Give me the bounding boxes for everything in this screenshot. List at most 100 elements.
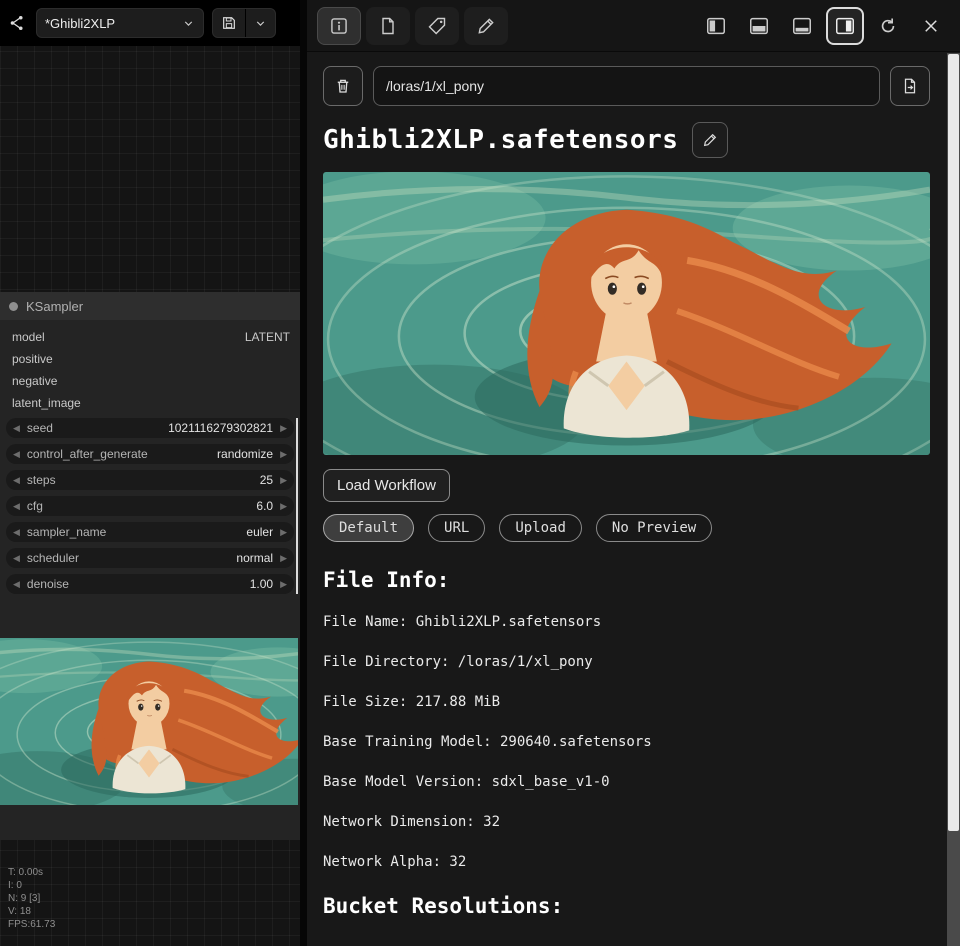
widget-value: 1021116279302821 bbox=[168, 421, 273, 435]
dock-bottom-thin-button[interactable] bbox=[783, 7, 821, 45]
widget-label: scheduler bbox=[27, 551, 236, 565]
widget-value: 25 bbox=[260, 473, 273, 487]
input-slot-label: positive bbox=[12, 352, 53, 366]
ksampler-node[interactable]: KSampler model LATENT positive negative … bbox=[0, 292, 300, 840]
increment-arrow-icon[interactable]: ▶ bbox=[280, 502, 287, 511]
save-menu-button[interactable] bbox=[246, 9, 275, 37]
reload-button[interactable] bbox=[869, 7, 907, 45]
input-slot-label: latent_image bbox=[12, 396, 81, 410]
decrement-arrow-icon[interactable]: ◀ bbox=[13, 554, 20, 563]
stat-line: FPS:61.73 bbox=[8, 918, 55, 931]
widget-denoise[interactable]: ◀ denoise 1.00 ▶ bbox=[6, 574, 294, 594]
load-workflow-button[interactable]: Load Workflow bbox=[323, 469, 450, 502]
input-slot-label: negative bbox=[12, 374, 57, 388]
close-icon bbox=[922, 17, 940, 35]
save-button[interactable] bbox=[213, 9, 245, 37]
node-title: KSampler bbox=[26, 299, 83, 314]
scrollbar-thumb[interactable] bbox=[948, 54, 959, 831]
widget-label: denoise bbox=[27, 577, 250, 591]
input-slot-label: model bbox=[12, 330, 45, 344]
lora-info-panel: Ghibli2XLP.safetensors Load Workflow Def… bbox=[307, 0, 960, 946]
trash-icon bbox=[334, 77, 352, 95]
increment-arrow-icon[interactable]: ▶ bbox=[280, 424, 287, 433]
widget-sampler-name[interactable]: ◀ sampler_name euler ▶ bbox=[6, 522, 294, 542]
widget-cfg[interactable]: ◀ cfg 6.0 ▶ bbox=[6, 496, 294, 516]
widget-label: control_after_generate bbox=[27, 447, 217, 461]
base-training-model-line: Base Training Model: 290640.safetensors bbox=[323, 734, 930, 750]
widget-value: 6.0 bbox=[256, 499, 273, 513]
workflow-select[interactable]: *Ghibli2XLP bbox=[36, 8, 204, 38]
base-model-version-line: Base Model Version: sdxl_base_v1-0 bbox=[323, 774, 930, 790]
stat-line: I: 0 bbox=[8, 879, 55, 892]
share-button[interactable] bbox=[6, 12, 28, 34]
pencil-icon bbox=[476, 16, 496, 36]
increment-arrow-icon[interactable]: ▶ bbox=[280, 554, 287, 563]
chevron-down-icon bbox=[182, 17, 195, 30]
edit-title-button[interactable] bbox=[692, 122, 728, 158]
slot-row[interactable]: positive bbox=[0, 348, 300, 370]
preview-source-no-preview[interactable]: No Preview bbox=[596, 514, 712, 542]
decrement-arrow-icon[interactable]: ◀ bbox=[13, 450, 20, 459]
slot-row[interactable]: model LATENT bbox=[0, 326, 300, 348]
save-icon bbox=[221, 15, 237, 31]
node-preview-image bbox=[0, 638, 298, 805]
graph-canvas-pane[interactable]: *Ghibli2XLP KSampler model bbox=[0, 0, 300, 946]
decrement-arrow-icon[interactable]: ◀ bbox=[13, 580, 20, 589]
close-panel-button[interactable] bbox=[912, 7, 950, 45]
widget-scheduler[interactable]: ◀ scheduler normal ▶ bbox=[6, 548, 294, 568]
decrement-arrow-icon[interactable]: ◀ bbox=[13, 502, 20, 511]
open-file-button[interactable] bbox=[890, 66, 930, 106]
increment-arrow-icon[interactable]: ▶ bbox=[280, 580, 287, 589]
stat-line: V: 18 bbox=[8, 905, 55, 918]
widget-label: seed bbox=[27, 421, 168, 435]
file-size-line: File Size: 217.88 MiB bbox=[323, 694, 930, 710]
share-icon bbox=[8, 14, 26, 32]
widget-seed[interactable]: ◀ seed 1021116279302821 ▶ bbox=[6, 418, 294, 438]
widget-control-after-generate[interactable]: ◀ control_after_generate randomize ▶ bbox=[6, 444, 294, 464]
widget-label: sampler_name bbox=[27, 525, 246, 539]
info-icon bbox=[329, 16, 349, 36]
document-icon bbox=[378, 16, 398, 36]
panel-divider[interactable] bbox=[300, 0, 307, 946]
dock-right-button[interactable] bbox=[826, 7, 864, 45]
slot-row[interactable]: latent_image bbox=[0, 392, 300, 414]
preview-source-upload[interactable]: Upload bbox=[499, 514, 582, 542]
network-dimension-line: Network Dimension: 32 bbox=[323, 814, 930, 830]
decrement-arrow-icon[interactable]: ◀ bbox=[13, 528, 20, 537]
panel-header bbox=[307, 0, 960, 52]
panel-scrollbar[interactable] bbox=[947, 53, 960, 946]
panel-body: Ghibli2XLP.safetensors Load Workflow Def… bbox=[307, 52, 960, 918]
decrement-arrow-icon[interactable]: ◀ bbox=[13, 476, 20, 485]
path-row bbox=[323, 66, 930, 106]
tag-icon bbox=[427, 16, 447, 36]
app-window: *Ghibli2XLP KSampler model bbox=[0, 0, 960, 946]
tab-tags[interactable] bbox=[415, 7, 459, 45]
preview-source-default[interactable]: Default bbox=[323, 514, 414, 542]
stat-line: N: 9 [3] bbox=[8, 892, 55, 905]
tab-info[interactable] bbox=[317, 7, 361, 45]
file-directory-line: File Directory: /loras/1/xl_pony bbox=[323, 654, 930, 670]
tab-edit[interactable] bbox=[464, 7, 508, 45]
widget-value: normal bbox=[236, 551, 273, 565]
node-widgets: ◀ seed 1021116279302821 ▶ ◀ control_afte… bbox=[6, 418, 298, 594]
reload-icon bbox=[878, 16, 898, 36]
dock-left-button[interactable] bbox=[697, 7, 735, 45]
node-header[interactable]: KSampler bbox=[0, 292, 300, 320]
tab-description[interactable] bbox=[366, 7, 410, 45]
file-info-heading: File Info: bbox=[323, 568, 930, 592]
increment-arrow-icon[interactable]: ▶ bbox=[280, 450, 287, 459]
increment-arrow-icon[interactable]: ▶ bbox=[280, 528, 287, 537]
slot-row[interactable]: negative bbox=[0, 370, 300, 392]
output-slot-label: LATENT bbox=[245, 330, 290, 344]
delete-button[interactable] bbox=[323, 66, 363, 106]
preview-source-url[interactable]: URL bbox=[428, 514, 485, 542]
lora-path-input[interactable] bbox=[373, 66, 880, 106]
node-collapse-icon[interactable] bbox=[9, 302, 18, 311]
increment-arrow-icon[interactable]: ▶ bbox=[280, 476, 287, 485]
decrement-arrow-icon[interactable]: ◀ bbox=[13, 424, 20, 433]
widget-steps[interactable]: ◀ steps 25 ▶ bbox=[6, 470, 294, 490]
dock-bottom-button[interactable] bbox=[740, 7, 778, 45]
stat-line: T: 0.00s bbox=[8, 866, 55, 879]
workflow-toolbar: *Ghibli2XLP bbox=[0, 0, 300, 46]
dock-right-icon bbox=[834, 15, 856, 37]
